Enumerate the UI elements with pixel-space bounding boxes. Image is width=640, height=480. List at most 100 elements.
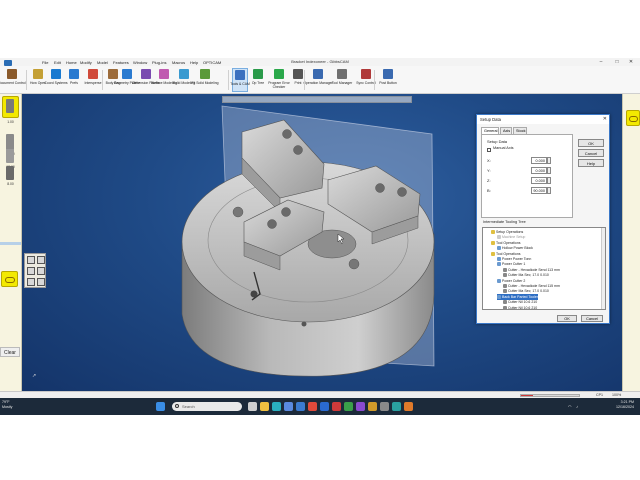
taskbar-task-view-icon[interactable] [248,402,257,411]
ribbon-button-sync[interactable]: Sync Control [356,68,376,92]
taskbar-app-purple-icon[interactable] [356,402,365,411]
tree-item-label: Tool Operations [496,240,521,245]
ribbon-button-prefs[interactable]: Prefs [66,68,82,92]
tooling-tree[interactable]: Setup Operations Machine Setup Tool Operat… [482,227,606,310]
taskbar-explorer-icon[interactable] [260,402,269,411]
ribbon-button-axes[interactable]: Coord Systems [44,68,68,92]
taskbar-chrome-icon[interactable] [308,402,317,411]
volume-icon[interactable]: ♪ [576,404,578,409]
ribbon-toolbar: Document Control How Open Coord Systems Pre… [0,66,640,94]
dialog-cancel-button[interactable]: Cancel [581,315,603,322]
status-progress [520,394,580,397]
sync-icon [361,69,371,79]
tree-item[interactable]: Cutter Nil 10.6 210 [503,305,537,309]
manual-axis-label: Manual Axis [493,146,514,150]
tree-item-label: Power Power Tonn [502,257,532,261]
taskbar-clock[interactable]: 3:21 PM 12/16/2024 [616,400,634,410]
tree-item-label: Cutter - Hexadiode Send 115 mm [508,284,560,288]
taskbar-app-blue-icon[interactable] [320,402,329,411]
taskbar-edge-icon[interactable] [272,402,281,411]
tree-scrollbar[interactable] [601,228,605,309]
taskbar-app-orange-icon[interactable] [404,402,413,411]
ok-button[interactable]: OK [578,139,604,147]
view-button[interactable] [37,267,45,275]
ribbon-button-toolmanager[interactable]: Tool Manager [332,68,352,92]
ribbon-button-post[interactable]: Post Button [378,68,398,92]
axis-spinner[interactable] [547,177,551,184]
ribbon-separator [228,70,229,90]
ribbon-button-intersperse[interactable]: Intersperse [84,68,102,92]
ribbon-button-geometry[interactable]: Geometry Palette [114,68,140,92]
tool-chip-icon[interactable] [626,110,640,126]
tool-chip-glyph [5,277,15,283]
ribbon-button-surface[interactable]: Surface Modeling [151,68,177,92]
ribbon-button-tools[interactable]: Tools & CAM [230,68,250,92]
weather-widget[interactable]: 79°F Mostly [2,400,12,410]
print-icon [293,69,303,79]
taskbar-search-input[interactable]: Search [172,402,242,411]
taskbar-store-icon[interactable] [284,402,293,411]
axis-x-field[interactable]: 0.000 [531,157,547,164]
close-button[interactable]: ✕ [626,58,636,66]
axes-triad-icon: ↗ [32,373,37,379]
axis-z-field[interactable]: 0.000 [531,177,547,184]
tree-node-icon [497,294,501,299]
tree-node-icon [497,262,501,267]
intersperse-icon [88,69,98,79]
view-button[interactable] [27,256,35,264]
axis-row-x: X: 0.000 [487,157,563,164]
minimize-button[interactable]: – [596,58,606,66]
tool-label: 1.00 [7,120,14,124]
manual-axis-checkbox[interactable] [487,148,491,152]
cancel-button[interactable]: Cancel [578,149,604,157]
axis-spinner[interactable] [547,187,551,194]
tool-chip-icon[interactable] [1,271,18,287]
dialog-ok-button[interactable]: OK [557,315,577,322]
view-button[interactable] [37,256,45,264]
windows-taskbar: 79°F Mostly Search ◠ ♪ 3:21 PM 12/16/202… [0,398,640,415]
ribbon-button-dimension[interactable]: Dimension Palette [132,68,160,92]
tree-item-label: Hollow Power Block [502,246,533,251]
prefs-icon [69,69,79,79]
taskbar-app-red-icon[interactable] [332,402,341,411]
maximize-button[interactable]: □ [612,58,622,66]
tree-item-label: Power Cutter 1 [502,262,526,267]
post-icon [383,69,393,79]
clock-date: 12/16/2024 [616,405,634,409]
ribbon-button-folder[interactable]: How Open [30,68,46,92]
ribbon-button-check[interactable]: Program Error Checker [268,68,290,92]
taskbar-app-teal-icon[interactable] [392,402,401,411]
axis-spinner[interactable] [547,157,551,164]
taskbar-app-gray-icon[interactable] [380,402,389,411]
ribbon-button-fitsolid[interactable]: Fit Solid Modeling [192,68,218,92]
view-button[interactable] [27,278,35,286]
axis-b-field[interactable]: 90.000 [531,187,547,194]
view-button[interactable] [37,278,45,286]
tab-axis[interactable]: Axis [500,127,512,134]
dimension-icon [141,69,151,79]
taskbar-mail-icon[interactable] [296,402,305,411]
tool-item-4[interactable]: 8.00 [2,166,19,194]
tab-general[interactable]: General [481,127,499,134]
axis-spinner[interactable] [547,167,551,174]
dialog-close-icon[interactable]: ✕ [603,115,607,124]
help-button[interactable]: Help [578,159,604,167]
ribbon-button-solid[interactable]: Solid Modeling [173,68,195,92]
taskbar-app-green-icon[interactable] [344,402,353,411]
clear-button[interactable]: Clear [0,347,20,357]
tool-item-1[interactable]: 1.00 [2,96,19,130]
taskbar-start-icon[interactable] [156,402,165,411]
bag-icon [108,69,118,79]
view-control-panel[interactable] [24,253,46,288]
geometry-icon [122,69,132,79]
view-button[interactable] [27,267,35,275]
wifi-icon[interactable]: ◠ [568,404,572,409]
ribbon-button-document[interactable]: Document Control [0,68,26,92]
tab-stock[interactable]: Stock [513,127,527,134]
ribbon-button-opmanager[interactable]: Operation Manager [303,68,333,92]
jaw-bolt [397,187,407,197]
tree-node-icon [503,305,507,309]
face-bolt [232,206,244,218]
taskbar-app-gibbs-icon[interactable] [368,402,377,411]
axis-y-field[interactable]: 0.000 [531,167,547,174]
